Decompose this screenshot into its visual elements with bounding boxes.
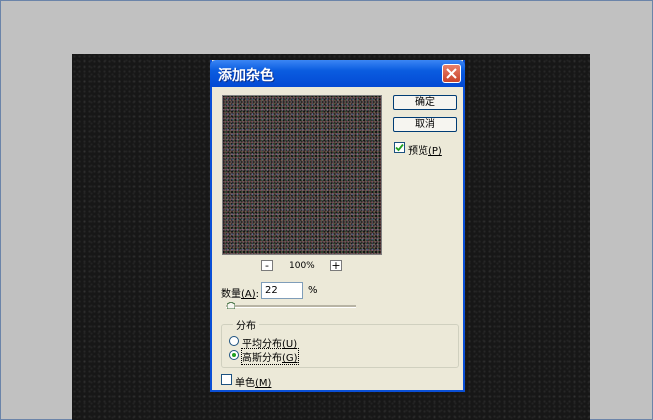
- zoom-in-button[interactable]: +: [330, 260, 342, 271]
- uniform-radio[interactable]: [229, 336, 239, 346]
- amount-label-text: 数量: [221, 289, 241, 300]
- amount-slider-thumb[interactable]: [227, 302, 235, 309]
- dialog-titlebar[interactable]: 添加杂色: [210, 60, 465, 87]
- monochromatic-label: 单色(M): [235, 374, 271, 389]
- gaussian-radio[interactable]: [229, 350, 239, 360]
- preview-label: 预览(P): [408, 142, 442, 157]
- preview-checkbox[interactable]: [394, 142, 405, 153]
- close-button[interactable]: [442, 64, 461, 83]
- gaussian-label: 高斯分布(G): [241, 348, 299, 365]
- amount-label: 数量(A):: [221, 285, 259, 300]
- amount-slider-track[interactable]: [226, 305, 356, 308]
- add-noise-dialog: 添加杂色 - 100% + 确定 取消 预览(P) 数量(A): 22 % 分布…: [210, 60, 465, 392]
- noise-preview[interactable]: [222, 95, 382, 255]
- checkmark-icon: [395, 143, 404, 152]
- dialog-title: 添加杂色: [218, 68, 274, 84]
- ok-button[interactable]: 确定: [393, 95, 457, 110]
- zoom-out-button[interactable]: -: [261, 260, 273, 271]
- amount-shortcut: (A): [241, 289, 256, 300]
- distribution-title: 分布: [233, 317, 259, 332]
- preview-shortcut: (P): [428, 146, 442, 157]
- uniform-label: 平均分布(U): [242, 335, 297, 350]
- amount-input[interactable]: 22: [261, 282, 303, 299]
- zoom-level: 100%: [289, 261, 315, 271]
- monochromatic-shortcut: (M): [255, 378, 272, 389]
- amount-unit: %: [308, 285, 318, 296]
- radio-dot-icon: [232, 353, 236, 357]
- amount-colon: :: [255, 289, 260, 300]
- gaussian-label-text: 高斯分布: [242, 353, 282, 364]
- gaussian-shortcut: (G): [282, 353, 298, 364]
- cancel-button[interactable]: 取消: [393, 117, 457, 132]
- monochromatic-label-text: 单色: [235, 378, 255, 389]
- preview-label-text: 预览: [408, 146, 428, 157]
- monochromatic-checkbox[interactable]: [221, 374, 232, 385]
- close-icon: [446, 68, 457, 79]
